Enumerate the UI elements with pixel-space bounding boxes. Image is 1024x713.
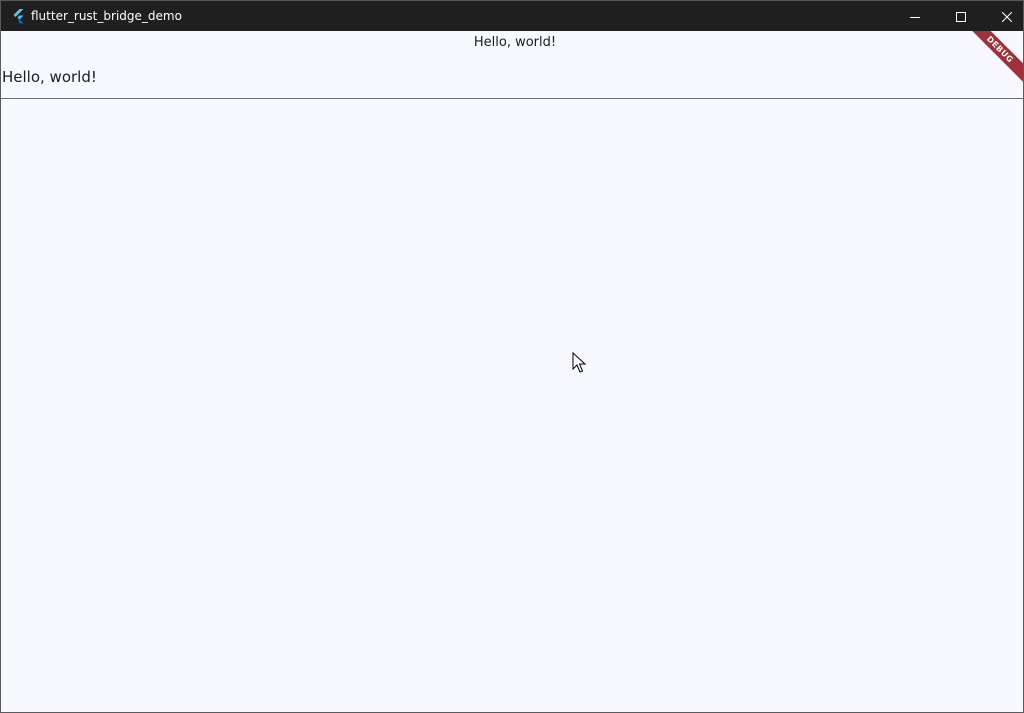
debug-banner: DEBUG	[967, 31, 1023, 87]
maximize-icon	[956, 7, 966, 26]
app-content: Hello, world! Hello, world! DEBUG	[1, 31, 1023, 712]
window-title: flutter_rust_bridge_demo	[31, 9, 182, 23]
flutter-logo-icon	[10, 8, 26, 24]
close-icon	[1001, 7, 1013, 26]
hello-text: Hello, world!	[2, 68, 97, 86]
app-window: flutter_rust_bridge_demo Hello, world! H…	[0, 0, 1024, 713]
debug-label: DEBUG	[967, 31, 1023, 86]
title-bar[interactable]: flutter_rust_bridge_demo	[1, 1, 1023, 31]
mouse-cursor-icon	[572, 351, 588, 374]
app-bar: Hello, world!	[1, 31, 1023, 54]
app-bar-title: Hello, world!	[473, 35, 557, 50]
minimize-button[interactable]	[892, 1, 938, 31]
maximize-button[interactable]	[938, 1, 984, 31]
close-button[interactable]	[984, 1, 1023, 31]
divider	[1, 98, 1023, 99]
minimize-icon	[910, 7, 920, 26]
